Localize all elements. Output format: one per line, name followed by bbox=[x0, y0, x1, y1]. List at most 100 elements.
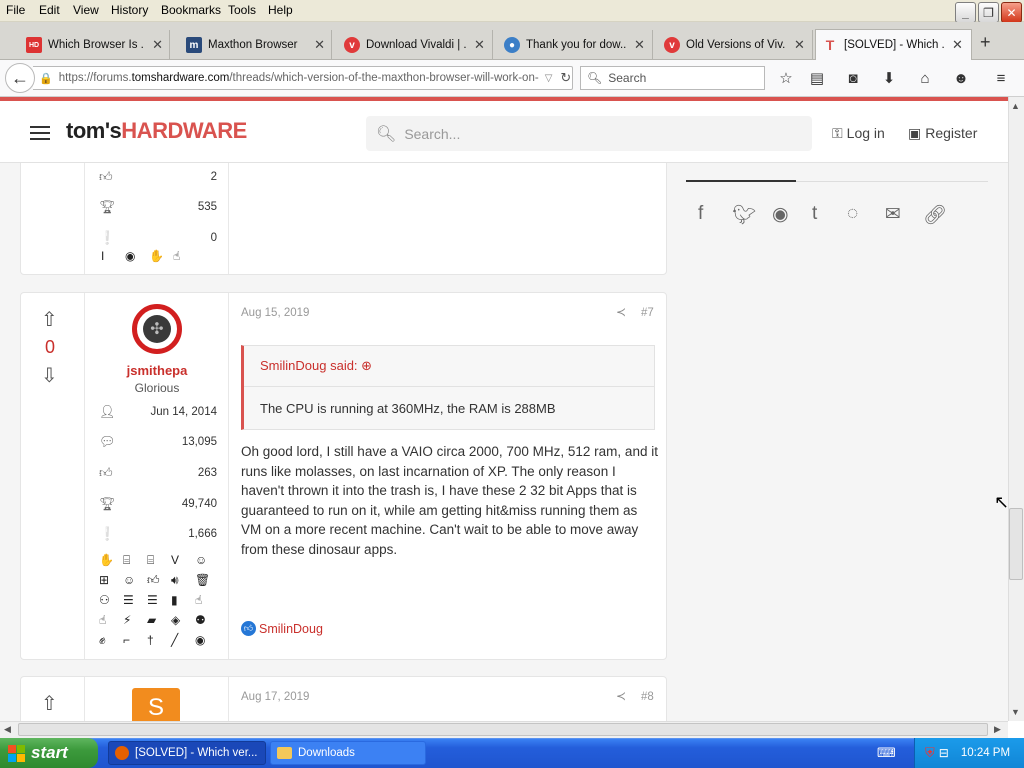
close-tab-icon[interactable]: ✕ bbox=[314, 37, 325, 53]
tumblr-icon[interactable]: t bbox=[812, 203, 817, 225]
reaction-summary[interactable]: 👍︎ SmilinDoug bbox=[241, 621, 323, 636]
scroll-right-arrow-icon[interactable]: ▶ bbox=[994, 724, 1001, 735]
close-tab-icon[interactable]: ✕ bbox=[474, 37, 485, 53]
upvote-icon[interactable]: ⇧ bbox=[41, 691, 58, 716]
tab-thank-you[interactable]: ● Thank you for dow... ✕ bbox=[498, 30, 653, 60]
download-icon[interactable]: ⬇ bbox=[879, 68, 899, 88]
minimize-icon: _ bbox=[962, 5, 969, 20]
network-icon[interactable]: ⊟ bbox=[939, 746, 949, 760]
close-window-button[interactable]: ✕ bbox=[1001, 2, 1022, 23]
clock[interactable]: 10:24 PM bbox=[961, 747, 1010, 759]
close-tab-icon[interactable]: ✕ bbox=[794, 37, 805, 53]
url-dropdown-icon[interactable]: ▽ bbox=[545, 73, 553, 84]
vertical-scroll-thumb[interactable] bbox=[1009, 508, 1023, 580]
link-icon[interactable]: 🔗︎ bbox=[923, 203, 947, 227]
menu-bookmarks[interactable]: Bookmarks bbox=[161, 3, 221, 17]
scroll-up-arrow-icon[interactable]: ▲ bbox=[1011, 101, 1020, 111]
reload-icon[interactable]: ↻ bbox=[560, 70, 571, 86]
reddit-icon[interactable]: ◉ bbox=[772, 203, 789, 226]
vertical-scrollbar[interactable] bbox=[1008, 97, 1024, 721]
page-content: 👍︎ 2 🏆︎ 535 ❕ 0 I ◉ ✋ ☝ ⇧ 0 ⇩ ✣ jsmithepa G… bbox=[0, 163, 1008, 721]
vote-column: ⇧ 0 ⇩ bbox=[21, 293, 85, 659]
site-logo[interactable]: tom'sHARDWARE bbox=[66, 118, 247, 144]
email-icon[interactable]: ✉ bbox=[885, 203, 901, 226]
lock-icon[interactable]: 🔒 bbox=[39, 72, 53, 85]
taskbar-item-firefox[interactable]: [SOLVED] - Which ver... bbox=[108, 741, 266, 765]
emoji-icon[interactable]: ☻ bbox=[951, 68, 971, 88]
whatsapp-icon[interactable]: ◌ bbox=[847, 203, 858, 225]
post-number[interactable]: #7 bbox=[641, 307, 654, 319]
close-tab-icon[interactable]: ✕ bbox=[152, 37, 163, 53]
share-icon[interactable]: ≺ bbox=[616, 305, 626, 319]
tab-old-versions[interactable]: v Old Versions of Viv... ✕ bbox=[658, 30, 813, 60]
shield-icon[interactable]: ⛨ bbox=[925, 745, 935, 761]
mouse-cursor-icon: ↖ bbox=[994, 492, 1010, 512]
scroll-left-arrow-icon[interactable]: ◀ bbox=[4, 724, 11, 735]
avatar[interactable]: S bbox=[132, 688, 180, 721]
tab-solved-active[interactable]: T [SOLVED] - Which ... ✕ bbox=[815, 29, 972, 60]
scroll-down-arrow-icon[interactable]: ▼ bbox=[1011, 707, 1020, 717]
search-icon: 🔍︎ bbox=[376, 125, 397, 143]
avatar[interactable]: ✣ bbox=[132, 304, 182, 354]
quote-author[interactable]: SmilinDoug said: ⊕ bbox=[260, 358, 372, 374]
upvote-icon[interactable]: ⇧ bbox=[41, 307, 58, 332]
search-icon: 🔍︎ bbox=[587, 71, 603, 85]
badge-eye-icon: ◉ bbox=[195, 633, 206, 647]
keyboard-icon[interactable]: ⌨ bbox=[877, 745, 896, 761]
home-icon[interactable]: ⌂ bbox=[915, 68, 935, 88]
start-button[interactable]: start bbox=[0, 738, 98, 768]
tab-maxthon[interactable]: m Maxthon Browser ✕ bbox=[180, 30, 332, 60]
post-date[interactable]: Aug 15, 2019 bbox=[241, 307, 309, 319]
horizontal-scroll-thumb[interactable] bbox=[18, 723, 988, 736]
share-icon[interactable]: ≺ bbox=[616, 689, 626, 703]
windows-logo-icon bbox=[8, 744, 25, 762]
hamburger-menu-icon[interactable]: ≡ bbox=[991, 68, 1011, 88]
post-body: Oh good lord, I still have a VAIO circa … bbox=[241, 444, 658, 557]
user-info-column: 👍︎ 2 🏆︎ 535 ❕ 0 I ◉ ✋ ☝ bbox=[85, 163, 229, 274]
badge-trash-icon: 🗑︎ bbox=[195, 573, 211, 587]
site-favicon-icon: HD bbox=[26, 37, 42, 53]
share-sidebar: SHARE THIS PAGE f 🐦︎ ◉ t ◌ ✉ 🔗︎ bbox=[686, 155, 1006, 243]
url-bar[interactable]: 🔒 https://forums.tomshardware.com/thread… bbox=[33, 66, 573, 90]
site-menu-icon[interactable] bbox=[30, 126, 50, 140]
badge-smile-icon: ☺ bbox=[195, 553, 208, 567]
tab-download-vivaldi[interactable]: v Download Vivaldi | ... ✕ bbox=[338, 30, 493, 60]
username[interactable]: jsmithepa bbox=[85, 363, 229, 378]
badge-disk-icon: ▮ bbox=[171, 593, 178, 607]
taskbar-item-downloads[interactable]: Downloads bbox=[270, 741, 426, 765]
login-link[interactable]: ⚿ Log in bbox=[832, 125, 885, 142]
bookmark-star-icon[interactable]: ☆ bbox=[776, 68, 796, 88]
menu-help[interactable]: Help bbox=[268, 3, 293, 17]
post-date[interactable]: Aug 17, 2019 bbox=[241, 691, 309, 703]
post-number[interactable]: #8 bbox=[641, 691, 654, 703]
facebook-icon[interactable]: f bbox=[698, 203, 703, 225]
back-button[interactable]: ← bbox=[5, 63, 35, 93]
badge-smile-icon: ☺ bbox=[123, 573, 136, 587]
tab-which-browser[interactable]: HD Which Browser Is ... ✕ bbox=[20, 30, 170, 60]
downvote-icon[interactable]: ⇩ bbox=[41, 363, 58, 388]
menu-file[interactable]: File bbox=[6, 3, 25, 17]
pocket-icon[interactable]: ◙ bbox=[843, 68, 863, 88]
stat-warnings: ❕ 0 bbox=[99, 230, 217, 245]
site-search-input[interactable]: 🔍︎ Search... bbox=[366, 116, 812, 151]
register-link[interactable]: ▣ Register bbox=[908, 125, 977, 142]
menu-edit[interactable]: Edit bbox=[39, 3, 60, 17]
folder-icon bbox=[277, 747, 292, 759]
minimize-button[interactable]: _ bbox=[955, 2, 976, 23]
reader-list-icon[interactable]: ▤ bbox=[807, 68, 827, 88]
stat-reactions: 👍︎ 2 bbox=[99, 169, 217, 184]
badge-fist-icon: ✊︎ bbox=[99, 633, 106, 647]
menu-tools[interactable]: Tools bbox=[228, 3, 256, 17]
arrow-up-circle-icon[interactable]: ⊕ bbox=[361, 358, 372, 373]
alert-icon: ❕ bbox=[99, 526, 116, 541]
twitter-icon[interactable]: 🐦︎ bbox=[732, 203, 756, 227]
browser-search-input[interactable]: 🔍︎ Search bbox=[580, 66, 765, 90]
new-tab-button[interactable]: + bbox=[980, 32, 991, 53]
close-tab-icon[interactable]: ✕ bbox=[952, 37, 963, 53]
restore-button[interactable]: ❐ bbox=[978, 2, 999, 23]
menu-history[interactable]: History bbox=[111, 3, 148, 17]
menu-view[interactable]: View bbox=[73, 3, 99, 17]
close-tab-icon[interactable]: ✕ bbox=[634, 37, 645, 53]
fan-icon: ✣ bbox=[143, 315, 171, 343]
badge-grid: ✋ ⌸ ⌸ V ☺ ⊞ ☺ 👍︎ 🔊︎ 🗑︎ ⚇ ☰ ☰ ▮ ☝ ☝ ⚡︎ ▰ ◈ ⚉ ✊︎ ⌐ † ╱ ◉ bbox=[99, 553, 219, 650]
